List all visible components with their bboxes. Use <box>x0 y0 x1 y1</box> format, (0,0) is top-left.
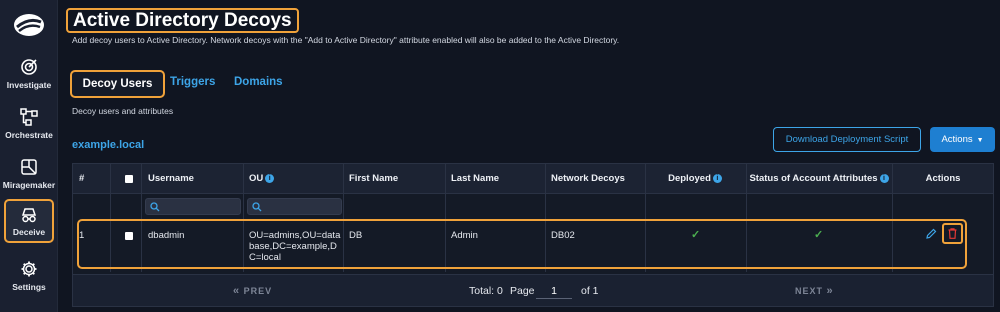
ou-line: base,DC=example,D <box>249 241 337 252</box>
sidebar: Investigate Orchestrate Miragemaker Dece… <box>0 0 58 312</box>
sidebar-item-miragemaker[interactable]: Miragemaker <box>0 158 58 190</box>
column-header-username[interactable]: Username <box>148 164 194 194</box>
deceive-icon <box>21 208 37 223</box>
column-header-last-name[interactable]: Last Name <box>451 164 499 194</box>
tab-decoy-users[interactable]: Decoy Users <box>70 70 165 98</box>
search-icon <box>150 202 160 212</box>
trash-icon <box>948 228 957 239</box>
row-username: dbadmin <box>148 230 185 241</box>
info-icon[interactable]: i <box>879 174 889 183</box>
row-last-name: Admin <box>451 230 478 241</box>
actions-label: Actions <box>941 134 973 145</box>
row-ou: OU=admins,OU=data base,DC=example,D C=lo… <box>249 230 340 263</box>
investigate-icon <box>21 59 37 75</box>
page-number-input[interactable] <box>536 283 572 299</box>
page-label: Page <box>510 285 535 297</box>
orchestrate-icon <box>20 108 38 126</box>
row-checkbox[interactable] <box>125 232 133 240</box>
column-header-index: # <box>79 173 85 184</box>
status-check-icon: ✓ <box>814 229 824 241</box>
total-count: Total: 0 <box>469 285 503 297</box>
column-header-actions: Actions <box>925 173 961 184</box>
sidebar-item-label: Orchestrate <box>5 130 53 140</box>
column-header-deployed-label: Deployed <box>668 173 711 184</box>
info-icon[interactable]: i <box>712 174 722 183</box>
gear-icon <box>21 261 37 277</box>
sidebar-item-label: Miragemaker <box>2 180 56 190</box>
ou-filter-input[interactable] <box>247 198 342 215</box>
sidebar-item-label: Investigate <box>6 80 52 90</box>
deployed-check-icon: ✓ <box>691 229 701 241</box>
search-icon <box>252 202 262 212</box>
page-of-label: of 1 <box>581 285 599 297</box>
double-chevron-right-icon: » <box>826 285 834 297</box>
sidebar-item-label: Deceive <box>12 227 46 237</box>
column-header-status-label: Status of Account Attributes <box>749 173 878 184</box>
column-header-ou-label: OU <box>249 173 264 184</box>
section-label: Decoy users and attributes <box>72 106 174 116</box>
column-header-ou[interactable]: OU i <box>249 164 275 194</box>
prev-page-button[interactable]: « PREV <box>233 275 272 307</box>
info-icon[interactable]: i <box>265 174 275 183</box>
username-filter-input[interactable] <box>145 198 241 215</box>
sidebar-item-settings[interactable]: Settings <box>0 260 58 292</box>
row-network-decoys: DB02 <box>551 230 575 241</box>
column-header-network-decoys[interactable]: Network Decoys <box>551 164 625 194</box>
row-first-name: DB <box>349 230 363 241</box>
download-deployment-script-button[interactable]: Download Deployment Script <box>773 127 921 152</box>
row-index: 1 <box>79 230 85 241</box>
decoy-users-table: # Username OU i First Name Last Name Netw… <box>72 163 994 307</box>
delete-button[interactable] <box>942 223 963 244</box>
ou-filter-field[interactable] <box>264 199 339 214</box>
next-page-button[interactable]: NEXT » <box>795 275 834 307</box>
ou-line: OU=admins,OU=data <box>249 230 341 241</box>
edit-pencil-icon[interactable] <box>926 228 937 239</box>
sidebar-item-orchestrate[interactable]: Orchestrate <box>0 108 58 140</box>
column-header-status[interactable]: Status of Account Attributes i <box>746 164 892 194</box>
double-chevron-left-icon: « <box>233 285 241 297</box>
table-header: # Username OU i First Name Last Name Netw… <box>73 164 993 194</box>
actions-dropdown-button[interactable]: Actions ▼ <box>930 127 995 152</box>
ou-line: C=local <box>249 252 281 263</box>
page-title-container: Active Directory Decoys <box>66 8 299 33</box>
caret-down-icon: ▼ <box>976 137 984 144</box>
page-title: Active Directory Decoys <box>73 10 292 31</box>
sidebar-item-deceive[interactable]: Deceive <box>4 199 54 243</box>
next-label: NEXT <box>795 286 824 296</box>
domain-name: example.local <box>72 139 145 151</box>
column-header-deployed[interactable]: Deployed i <box>645 164 745 194</box>
page-subtitle: Add decoy users to Active Directory. Net… <box>72 35 620 45</box>
logo-icon <box>14 14 44 36</box>
username-filter-field[interactable] <box>162 199 237 214</box>
tab-domains[interactable]: Domains <box>234 76 283 88</box>
sidebar-item-label: Settings <box>12 282 46 292</box>
table-pagination: « PREV Total: 0 Page of 1 NEXT » <box>73 274 993 306</box>
select-all-checkbox[interactable] <box>125 175 133 183</box>
table-row[interactable] <box>77 219 967 269</box>
column-header-first-name[interactable]: First Name <box>349 164 398 194</box>
tab-triggers[interactable]: Triggers <box>170 76 215 88</box>
miragemaker-icon <box>21 159 37 175</box>
prev-label: PREV <box>243 286 273 296</box>
sidebar-item-investigate[interactable]: Investigate <box>0 58 58 90</box>
